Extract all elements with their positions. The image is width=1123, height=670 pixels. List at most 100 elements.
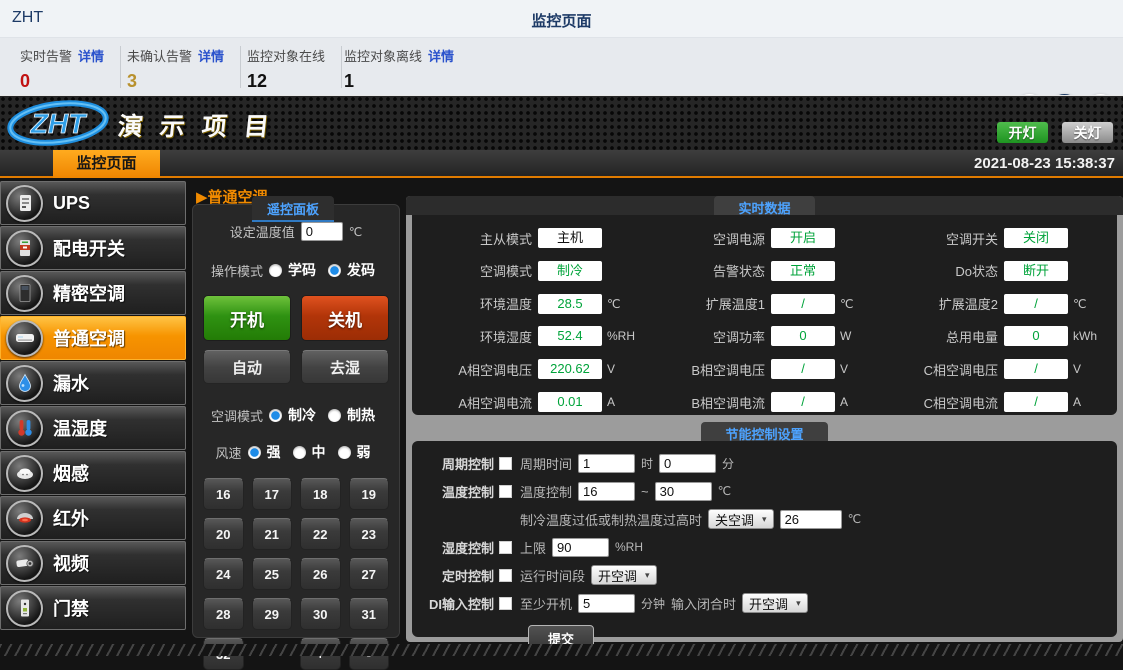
sidebar-item-label: 配电开关 <box>53 235 125 261</box>
keypad-button[interactable]: 27 <box>349 558 390 590</box>
keypad-button[interactable]: 25 <box>252 558 293 590</box>
temp-control-label: 温度控制 <box>442 482 494 501</box>
keypad-button[interactable]: 20 <box>203 518 244 550</box>
detail-link[interactable]: 详情 <box>78 49 104 64</box>
overflow-action-select[interactable]: 关空调▾ <box>708 509 774 529</box>
temp-max-input[interactable] <box>655 482 712 501</box>
keypad-button[interactable]: 22 <box>300 518 341 550</box>
fan-speed-label: 风速 <box>215 443 241 462</box>
power-on-button[interactable]: 开机 <box>203 295 291 341</box>
sidebar-item-label: 视频 <box>53 550 89 576</box>
keypad-button[interactable]: 23 <box>349 518 390 550</box>
field-label: 告警状态 <box>647 261 765 280</box>
tab-monitor-page[interactable]: 监控页面 <box>53 150 160 178</box>
radio-cooling[interactable] <box>269 409 282 422</box>
field-unit: ℃ <box>1073 297 1105 311</box>
realtime-field: 主从模式主机 <box>414 228 639 248</box>
keypad-button[interactable]: 29 <box>252 598 293 630</box>
keypad-button[interactable]: 21 <box>252 518 293 550</box>
field-value: 0 <box>1004 326 1068 346</box>
overflow-temp-input[interactable] <box>780 510 842 529</box>
sidebar-item-smoke[interactable]: 烟感 <box>0 451 186 495</box>
field-value: 0 <box>771 326 835 346</box>
sidebar-item-ups[interactable]: UPS <box>0 181 186 225</box>
field-value: / <box>771 392 835 412</box>
stat-value: 3 <box>127 71 224 92</box>
keypad-button[interactable]: 31 <box>349 598 390 630</box>
radio-learn-code[interactable] <box>269 264 282 277</box>
detail-link[interactable]: 详情 <box>198 49 224 64</box>
right-area: 实时数据 主从模式主机空调电源开启空调开关关闭空调模式制冷告警状态正常Do状态断… <box>406 196 1123 642</box>
keypad-button[interactable]: 17 <box>252 478 293 510</box>
field-label: 空调功率 <box>647 327 765 346</box>
sidebar-item-label: 普通空调 <box>53 325 125 351</box>
tab-realtime-data[interactable]: 实时数据 <box>714 196 814 215</box>
sidebar-item-water-leak[interactable]: 漏水 <box>0 361 186 405</box>
tab-energy-settings[interactable]: 节能控制设置 <box>701 422 827 441</box>
cycle-control-checkbox[interactable] <box>499 457 512 470</box>
camera-icon <box>6 545 43 582</box>
timer-action-select[interactable]: 开空调▾ <box>591 565 657 585</box>
detail-link[interactable]: 详情 <box>428 49 454 64</box>
stat-offline: 监控对象离线详情 1 <box>328 46 470 88</box>
di-control-checkbox[interactable] <box>499 597 512 610</box>
radio-send-code[interactable] <box>328 264 341 277</box>
light-off-button[interactable]: 关灯 <box>1062 122 1113 143</box>
cycle-hours-input[interactable] <box>578 454 635 473</box>
keypad-button[interactable]: 16 <box>203 478 244 510</box>
field-label: Do状态 <box>880 261 998 280</box>
sidebar-item-temp-humidity[interactable]: 温湿度 <box>0 406 186 450</box>
breaker-icon <box>6 230 43 267</box>
radio-label: 中 <box>312 442 326 462</box>
sidebar-item-door-access[interactable]: 门禁 <box>0 586 186 630</box>
realtime-tabstrip: 实时数据 <box>406 196 1123 215</box>
di-action-select[interactable]: 开空调▾ <box>742 593 808 613</box>
timer-control-checkbox[interactable] <box>499 569 512 582</box>
light-on-button[interactable]: 开灯 <box>997 122 1048 143</box>
temp-control-checkbox[interactable] <box>499 485 512 498</box>
radio-heating[interactable] <box>328 409 341 422</box>
radio-label: 发码 <box>347 260 375 280</box>
keypad-button[interactable]: 28 <box>203 598 244 630</box>
sidebar-item-power-switch[interactable]: 配电开关 <box>0 226 186 270</box>
page-title: 监控页面 <box>0 10 1123 31</box>
power-off-button[interactable]: 关机 <box>301 295 389 341</box>
auto-button[interactable]: 自动 <box>203 350 291 384</box>
radio-fan-mid[interactable] <box>293 446 306 459</box>
sidebar-item-infrared[interactable]: 红外 <box>0 496 186 540</box>
field-label: 环境温度 <box>414 294 532 313</box>
temp-min-input[interactable] <box>578 482 635 501</box>
radio-fan-low[interactable] <box>338 446 351 459</box>
sidebar-item-precision-ac[interactable]: 精密空调 <box>0 271 186 315</box>
keypad-button[interactable]: 26 <box>300 558 341 590</box>
humidity-limit-input[interactable] <box>552 538 609 557</box>
select-value: 开空调 <box>598 566 637 585</box>
realtime-field: 告警状态正常 <box>647 261 872 281</box>
stat-value: 12 <box>247 71 325 92</box>
sidebar-item-video[interactable]: 视频 <box>0 541 186 585</box>
keypad-button[interactable]: 18 <box>300 478 341 510</box>
cycle-minutes-input[interactable] <box>659 454 716 473</box>
op-mode-label: 操作模式 <box>211 261 263 280</box>
dehumidify-button[interactable]: 去湿 <box>301 350 389 384</box>
keypad-button[interactable]: 30 <box>300 598 341 630</box>
sidebar-item-normal-ac[interactable]: 普通空调 <box>0 316 186 360</box>
ac-unit-icon <box>6 320 43 357</box>
di-min-on-input[interactable] <box>578 594 635 613</box>
temp-overflow-row: 制冷温度过低或制热温度过高时 关空调▾ ℃ <box>420 509 1117 529</box>
radio-fan-high[interactable] <box>248 446 261 459</box>
humidity-control-checkbox[interactable] <box>499 541 512 554</box>
logo-text: ZHT <box>30 108 88 139</box>
field-unit: V <box>1073 362 1105 376</box>
tab-remote-panel[interactable]: 遥控面板 <box>252 196 334 222</box>
field-label: 扩展温度1 <box>647 294 765 313</box>
radio-label: 制冷 <box>288 405 316 425</box>
keypad-button[interactable]: 24 <box>203 558 244 590</box>
set-temp-unit: ℃ <box>349 225 362 239</box>
set-temp-input[interactable] <box>301 222 343 241</box>
bottom-hatch-texture <box>0 644 1123 656</box>
sidebar-item-label: 漏水 <box>53 370 89 396</box>
keypad-button[interactable]: 19 <box>349 478 390 510</box>
realtime-field: 扩展温度2/℃ <box>880 294 1105 314</box>
di-min-on-label: 至少开机 <box>520 594 572 613</box>
